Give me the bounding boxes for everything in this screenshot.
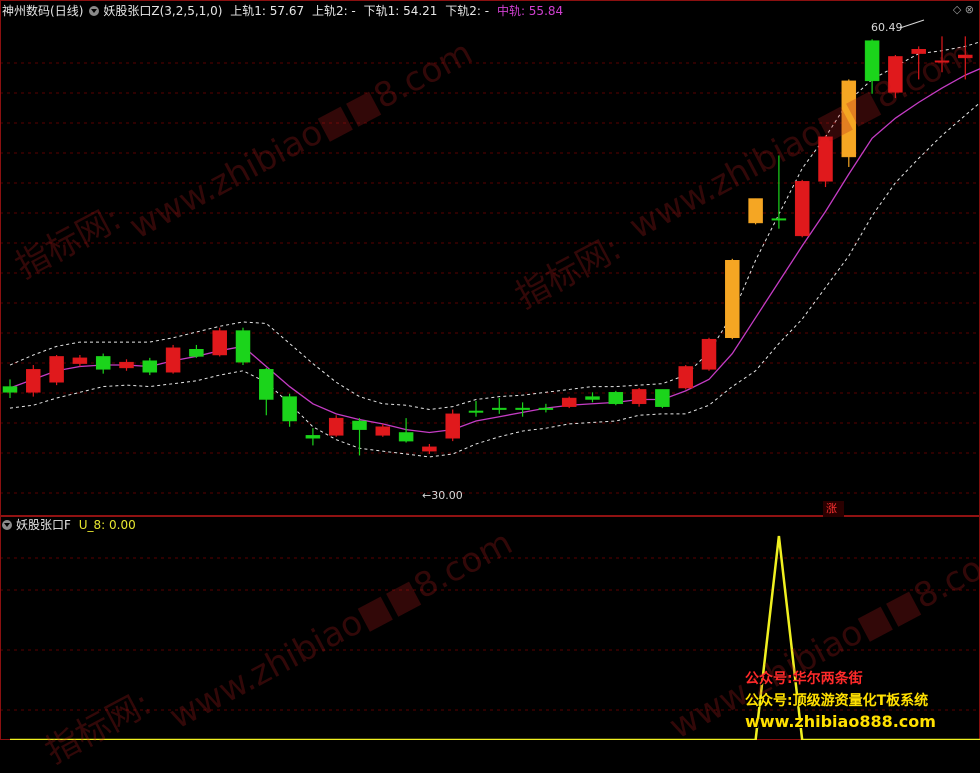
candle-body (864, 40, 880, 82)
middle-value: 中轨: 55.84 (496, 4, 564, 18)
candle-body (771, 218, 787, 221)
candle-body (911, 49, 926, 54)
candle-body (725, 260, 740, 339)
candle-body (934, 60, 950, 63)
candle-body (492, 407, 507, 410)
candle-body (655, 389, 670, 407)
candle-body (2, 386, 18, 393)
candle-body (515, 407, 530, 410)
candle-body (538, 407, 554, 410)
candle-body (678, 366, 693, 389)
candle-body (561, 397, 577, 407)
u8-value: U_8: 0.00 (78, 518, 136, 532)
candle-body (468, 410, 484, 413)
candle-body (608, 392, 624, 405)
sub-indicator-name[interactable]: 妖股张口F (16, 518, 71, 532)
promo-line-2: 公众号:顶级游资量化T板系统 (745, 693, 929, 709)
candle-body (841, 80, 857, 158)
lower-band-line (9, 101, 980, 458)
candle-body (352, 420, 367, 430)
candle-body (398, 432, 414, 442)
lower1-value: 下轨1: 54.21 (363, 4, 438, 18)
candle-body (282, 396, 297, 422)
window-control-icons[interactable]: ◇ ⊗ (953, 3, 974, 16)
candle-body (119, 361, 134, 369)
candle-body (189, 348, 204, 357)
period-label[interactable]: (日线) (50, 4, 83, 18)
candle-body (305, 435, 321, 439)
candle-body (445, 413, 460, 439)
stock-chart-window: www.zhibiao■■8.com www.zhibiao■■8.com 指标… (0, 0, 980, 772)
sub-indicator-header: 妖股张口F U_8: 0.00 (2, 517, 140, 533)
candle-body (72, 357, 88, 364)
candle-body (701, 338, 717, 370)
candle-body (585, 396, 600, 400)
middle-line (9, 68, 980, 434)
candle-body (631, 389, 647, 405)
promo-line-1: 公众号:华尔两条街 (745, 671, 863, 687)
candle-body (375, 426, 391, 436)
candle-body (49, 356, 64, 383)
candle-body (818, 136, 833, 182)
candle-body (95, 356, 111, 370)
candle-body (142, 360, 158, 373)
rise-tag: 涨 (823, 501, 844, 517)
candle-body (422, 446, 437, 452)
candle-body (958, 54, 973, 59)
upper-band-line (9, 41, 980, 411)
candle-body (259, 369, 274, 400)
band-lines (9, 41, 980, 458)
indicator-menu-icon[interactable] (2, 520, 12, 530)
indicator-menu-icon[interactable] (89, 6, 100, 16)
lower2-value: 下轨2: - (445, 4, 490, 18)
candle-body (26, 369, 41, 393)
candle-body (794, 181, 810, 237)
candlestick-series (2, 19, 973, 456)
chart-canvas[interactable] (0, 0, 980, 740)
upper2-value: 上轨2: - (311, 4, 356, 18)
main-indicator-header: 神州数码(日线) 妖股张口Z(3,2,5,1,0) 上轨1: 57.67 上轨2:… (2, 3, 567, 19)
candle-body (748, 198, 763, 224)
candle-body (328, 417, 344, 436)
candle-body (165, 347, 181, 373)
candle-body (235, 330, 251, 363)
stock-name[interactable]: 神州数码 (2, 4, 50, 18)
low-price-label: ←30.00 (422, 489, 463, 502)
promo-line-3: www.zhibiao888.com (745, 712, 936, 731)
upper1-value: 上轨1: 57.67 (230, 4, 305, 18)
high-price-label: 60.49 (871, 21, 903, 34)
indicator-name[interactable]: 妖股张口Z(3,2,5,1,0) (103, 4, 222, 18)
candle-body (212, 330, 227, 356)
candle-body (888, 56, 903, 93)
